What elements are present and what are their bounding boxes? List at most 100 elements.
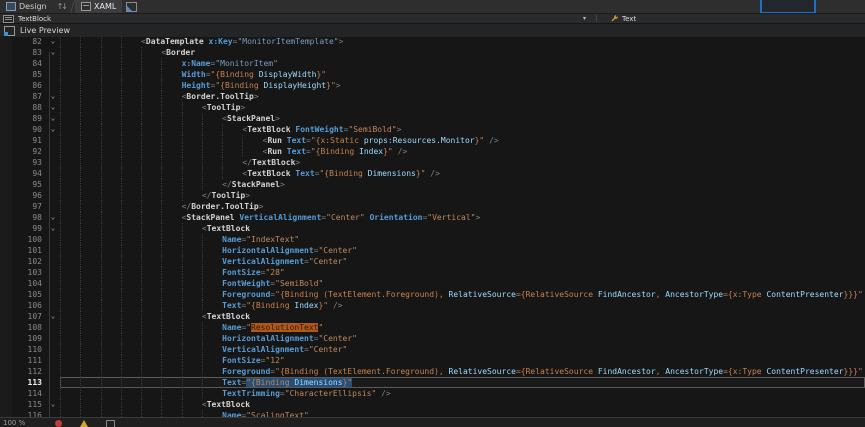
code-line[interactable]: 113Text="{Binding Dimensions}" bbox=[0, 377, 865, 388]
code-text[interactable]: <Run Text="{x:Static props:Resources.Mon… bbox=[60, 135, 865, 146]
code-line[interactable]: 104FontWeight="SemiBold" bbox=[0, 278, 865, 289]
fold-chevron-icon[interactable]: ⌄ bbox=[46, 223, 60, 234]
line-number[interactable]: 106 bbox=[12, 300, 46, 311]
code-line[interactable]: 89⌄<StackPanel> bbox=[0, 113, 865, 124]
code-line[interactable]: 101 HorizontalAlignment="Center" bbox=[0, 245, 865, 256]
line-number[interactable]: 101 bbox=[12, 245, 46, 256]
code-text[interactable]: Name="IndexText" bbox=[60, 234, 865, 245]
code-text[interactable]: HorizontalAlignment="Center" bbox=[60, 333, 865, 344]
fold-chevron-icon[interactable]: ⌄ bbox=[46, 36, 60, 47]
code-line[interactable]: 97 </Border.ToolTip> bbox=[0, 201, 865, 212]
code-text[interactable]: </StackPanel> bbox=[60, 179, 865, 190]
glyph-margin[interactable] bbox=[0, 344, 12, 355]
code-line[interactable]: 102 VerticalAlignment="Center" bbox=[0, 256, 865, 267]
glyph-margin[interactable] bbox=[0, 212, 12, 223]
code-text[interactable]: <Run Text="{Binding Index}" /> bbox=[60, 146, 865, 157]
line-number[interactable]: 107 bbox=[12, 311, 46, 322]
glyph-margin[interactable] bbox=[0, 36, 12, 47]
glyph-margin[interactable] bbox=[0, 300, 12, 311]
glyph-margin[interactable] bbox=[0, 179, 12, 190]
code-text[interactable]: <ToolTip> bbox=[60, 102, 865, 113]
code-line[interactable]: 109 HorizontalAlignment="Center" bbox=[0, 333, 865, 344]
glyph-margin[interactable] bbox=[0, 289, 12, 300]
line-number[interactable]: 112 bbox=[12, 366, 46, 377]
code-editor[interactable]: 82⌄<DataTemplate x:Key="MonitorItemTempl… bbox=[0, 36, 865, 418]
fold-chevron-icon[interactable]: ⌄ bbox=[46, 399, 60, 410]
code-text[interactable]: </ToolTip> bbox=[60, 190, 865, 201]
code-text[interactable]: <TextBlock FontWeight="SemiBold"> bbox=[60, 124, 865, 135]
fold-chevron-icon[interactable]: ⌄ bbox=[46, 311, 60, 322]
code-line[interactable]: 107⌄<TextBlock bbox=[0, 311, 865, 322]
code-text[interactable]: VerticalAlignment="Center" bbox=[60, 256, 865, 267]
line-number[interactable]: 87 bbox=[12, 91, 46, 102]
line-number[interactable]: 103 bbox=[12, 267, 46, 278]
code-text[interactable]: VerticalAlignment="Center" bbox=[60, 344, 865, 355]
code-text[interactable]: <Border.ToolTip> bbox=[60, 91, 865, 102]
code-text[interactable]: <TextBlock bbox=[60, 311, 865, 322]
line-number[interactable]: 114 bbox=[12, 388, 46, 399]
code-line[interactable]: 94<TextBlock Text="{Binding Dimensions}"… bbox=[0, 168, 865, 179]
code-text[interactable]: TextTrimming="CharacterEllipsis" /> bbox=[60, 388, 865, 399]
chevron-down-icon[interactable]: ▾ bbox=[583, 15, 586, 22]
code-line[interactable]: 106 Text="{Binding Index}" /> bbox=[0, 300, 865, 311]
code-line[interactable]: 87⌄<Border.ToolTip> bbox=[0, 91, 865, 102]
line-number[interactable]: 109 bbox=[12, 333, 46, 344]
line-number[interactable]: 102 bbox=[12, 256, 46, 267]
fold-chevron-icon[interactable]: ⌄ bbox=[46, 102, 60, 113]
code-line[interactable]: 95</StackPanel> bbox=[0, 179, 865, 190]
line-number[interactable]: 115 bbox=[12, 399, 46, 410]
fold-chevron-icon[interactable]: ⌄ bbox=[46, 212, 60, 223]
glyph-margin[interactable] bbox=[0, 267, 12, 278]
glyph-margin[interactable] bbox=[0, 234, 12, 245]
breadcrumb-element-label[interactable]: TextBlock bbox=[18, 15, 51, 23]
glyph-margin[interactable] bbox=[0, 201, 12, 212]
glyph-margin[interactable] bbox=[0, 124, 12, 135]
glyph-margin[interactable] bbox=[0, 388, 12, 399]
line-number[interactable]: 86 bbox=[12, 80, 46, 91]
line-number[interactable]: 93 bbox=[12, 157, 46, 168]
code-text[interactable]: </TextBlock> bbox=[60, 157, 865, 168]
code-text[interactable]: Name="ResolutionText" bbox=[60, 322, 865, 333]
code-text[interactable]: <TextBlock bbox=[60, 399, 865, 410]
popout-window-icon[interactable] bbox=[126, 2, 137, 12]
line-number[interactable]: 97 bbox=[12, 201, 46, 212]
glyph-margin[interactable] bbox=[0, 278, 12, 289]
glyph-margin[interactable] bbox=[0, 322, 12, 333]
code-line[interactable]: 103 FontSize="28" bbox=[0, 267, 865, 278]
code-text[interactable]: FontSize="12" bbox=[60, 355, 865, 366]
glyph-margin[interactable] bbox=[0, 399, 12, 410]
code-text[interactable]: </Border.ToolTip> bbox=[60, 201, 865, 212]
glyph-margin[interactable] bbox=[0, 47, 12, 58]
glyph-margin[interactable] bbox=[0, 91, 12, 102]
code-text[interactable]: FontWeight="SemiBold" bbox=[60, 278, 865, 289]
code-line[interactable]: 110VerticalAlignment="Center" bbox=[0, 344, 865, 355]
fold-chevron-icon[interactable]: ⌄ bbox=[46, 124, 60, 135]
code-line[interactable]: 114 TextTrimming="CharacterEllipsis" /> bbox=[0, 388, 865, 399]
code-text[interactable]: Text="{Binding Dimensions}" bbox=[60, 377, 865, 388]
code-line[interactable]: 88⌄<ToolTip> bbox=[0, 102, 865, 113]
code-text[interactable]: <StackPanel VerticalAlignment="Center" O… bbox=[60, 212, 865, 223]
code-text[interactable]: FontSize="28" bbox=[60, 267, 865, 278]
code-text[interactable]: HorizontalAlignment="Center" bbox=[60, 245, 865, 256]
line-number[interactable]: 100 bbox=[12, 234, 46, 245]
tab-xaml[interactable]: XAML bbox=[75, 0, 122, 13]
glyph-margin[interactable] bbox=[0, 157, 12, 168]
code-line[interactable]: 115⌄<TextBlock bbox=[0, 399, 865, 410]
code-line[interactable]: 85Width="{Binding DisplayWidth}" bbox=[0, 69, 865, 80]
fold-chevron-icon[interactable]: ⌄ bbox=[46, 47, 60, 58]
code-text[interactable]: <StackPanel> bbox=[60, 113, 865, 124]
glyph-margin[interactable] bbox=[0, 256, 12, 267]
code-line[interactable]: 83⌄<Border bbox=[0, 47, 865, 58]
line-number[interactable]: 105 bbox=[12, 289, 46, 300]
code-line[interactable]: 98⌄<StackPanel VerticalAlignment="Center… bbox=[0, 212, 865, 223]
errors-icon[interactable] bbox=[55, 420, 62, 427]
glyph-margin[interactable] bbox=[0, 355, 12, 366]
line-number[interactable]: 83 bbox=[12, 47, 46, 58]
tab-design[interactable]: Design bbox=[0, 0, 53, 13]
line-number[interactable]: 111 bbox=[12, 355, 46, 366]
code-text[interactable]: Text="{Binding Index}" /> bbox=[60, 300, 865, 311]
glyph-margin[interactable] bbox=[0, 245, 12, 256]
code-line[interactable]: 112Foreground="{Binding (TextElement.For… bbox=[0, 366, 865, 377]
code-line[interactable]: 93 </TextBlock> bbox=[0, 157, 865, 168]
glyph-margin[interactable] bbox=[0, 69, 12, 80]
